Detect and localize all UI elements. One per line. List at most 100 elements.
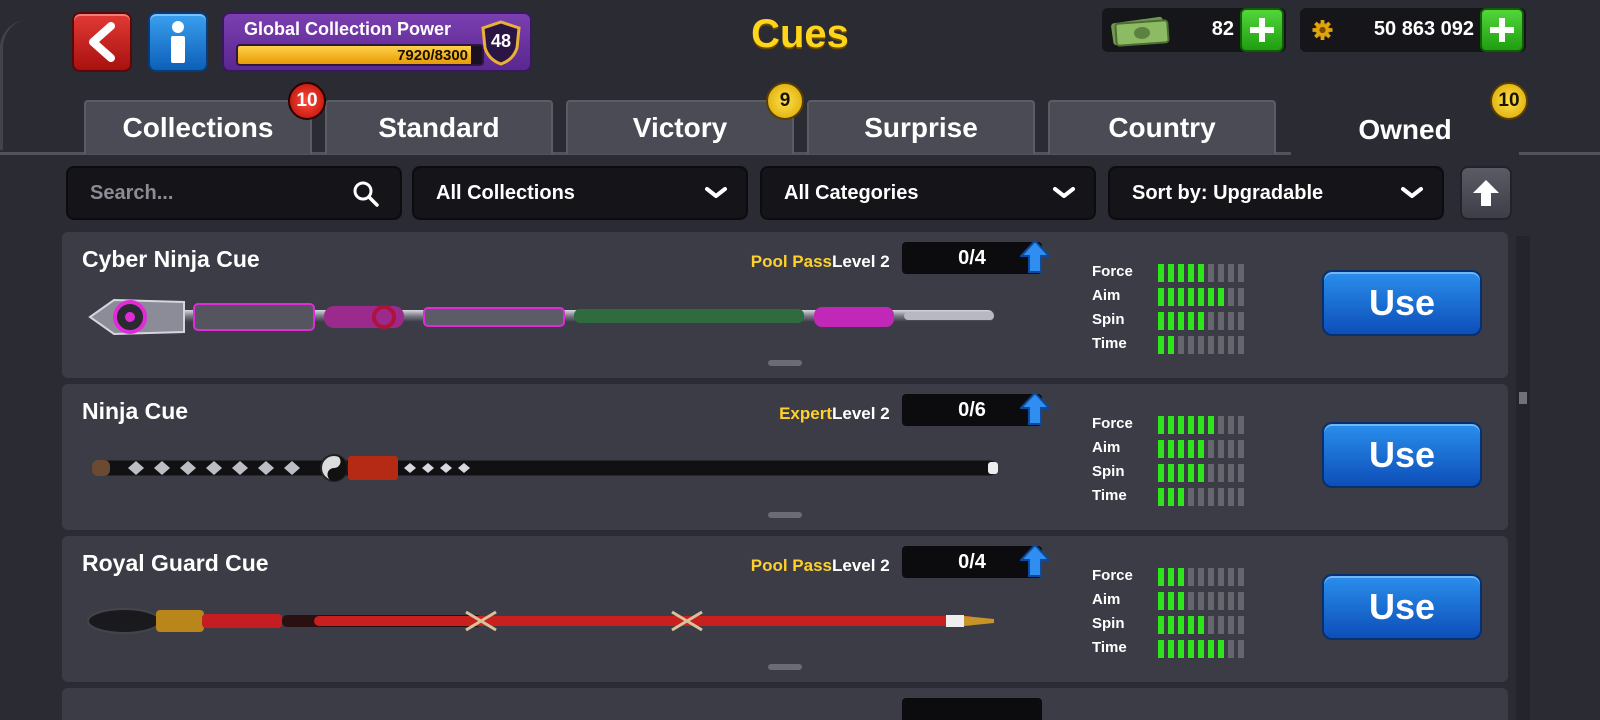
aim-bar — [1158, 592, 1248, 610]
frame-edge — [0, 20, 28, 150]
force-bar — [1158, 568, 1248, 586]
upgrade-arrow-icon[interactable] — [1020, 544, 1050, 578]
collection-power-panel[interactable]: Global Collection Power 7920/8300 48 — [222, 12, 532, 72]
tab-victory[interactable]: Victory — [566, 100, 794, 154]
stat-segment-filled — [1168, 416, 1174, 434]
info-button[interactable] — [148, 12, 208, 72]
plus-icon — [1250, 18, 1274, 42]
time-bar — [1158, 336, 1248, 354]
stat-segment-empty — [1238, 616, 1244, 634]
stat-segment-filled — [1168, 616, 1174, 634]
stat-label: Time — [1092, 487, 1127, 504]
use-cue-button[interactable]: Use — [1322, 422, 1482, 488]
cue-stats: Force Aim Spin Time — [1092, 566, 1262, 666]
tab-standard[interactable]: Standard — [325, 100, 553, 154]
stat-aim: Aim — [1092, 286, 1262, 306]
stat-segment-filled — [1198, 464, 1204, 482]
stat-segment-empty — [1208, 440, 1214, 458]
cash-balance: 82 — [1102, 8, 1286, 52]
search-input[interactable]: Search... — [66, 166, 402, 220]
stat-segment-empty — [1238, 416, 1244, 434]
stat-segment-empty — [1228, 416, 1234, 434]
stat-segment-filled — [1158, 568, 1164, 586]
cue-level: Level 2 — [832, 556, 890, 575]
collection-power-value: 7920/8300 — [397, 47, 468, 64]
cue-card-partial[interactable] — [62, 688, 1508, 720]
stat-segment-empty — [1238, 336, 1244, 354]
stat-spin: Spin — [1092, 614, 1262, 634]
spin-bar — [1158, 464, 1248, 482]
stat-segment-filled — [1168, 464, 1174, 482]
chevron-left-icon — [89, 22, 115, 62]
stat-segment-filled — [1178, 568, 1184, 586]
back-button[interactable] — [72, 12, 132, 72]
stat-segment-empty — [1228, 592, 1234, 610]
tab-country[interactable]: Country — [1048, 100, 1276, 154]
collections-dropdown[interactable]: All Collections — [412, 166, 748, 220]
stat-segment-empty — [1228, 440, 1234, 458]
force-bar — [1158, 416, 1248, 434]
stat-segment-filled — [1198, 416, 1204, 434]
aim-bar — [1158, 440, 1248, 458]
stat-time: Time — [1092, 638, 1262, 658]
stat-segment-empty — [1238, 488, 1244, 506]
tab-owned[interactable]: Owned — [1291, 100, 1519, 158]
page-title: Cues — [751, 12, 849, 56]
stat-segment-empty — [1208, 488, 1214, 506]
stat-segment-empty — [1228, 312, 1234, 330]
spin-bar — [1158, 312, 1248, 330]
stat-label: Aim — [1092, 287, 1121, 304]
sort-direction-button[interactable] — [1460, 166, 1512, 220]
scrollbar-thumb[interactable] — [1519, 392, 1527, 404]
sort-dropdown[interactable]: Sort by: Upgradable — [1108, 166, 1444, 220]
tab-collections[interactable]: Collections — [84, 100, 312, 154]
use-cue-button[interactable]: Use — [1322, 270, 1482, 336]
card-handle — [768, 664, 802, 670]
stat-label: Spin — [1092, 311, 1125, 328]
stat-segment-empty — [1228, 336, 1234, 354]
stat-segment-filled — [1188, 640, 1194, 658]
upgrade-arrow-icon[interactable] — [1020, 240, 1050, 274]
cue-card[interactable]: Ninja Cue Expert Level 2 0/6 Force Aim S… — [62, 384, 1508, 530]
stat-segment-empty — [1218, 312, 1224, 330]
royal-guard-cue-image — [87, 608, 994, 634]
stat-segment-filled — [1178, 416, 1184, 434]
power-level-value: 48 — [490, 31, 512, 51]
power-level-shield-icon: 48 — [480, 20, 522, 66]
time-bar — [1158, 488, 1248, 506]
stat-force: Force — [1092, 414, 1262, 434]
cue-card[interactable]: Royal Guard Cue Pool Pass Level 2 0/4 Fo… — [62, 536, 1508, 682]
stat-segment-filled — [1188, 288, 1194, 306]
stat-segment-filled — [1178, 640, 1184, 658]
add-cash-button[interactable] — [1240, 8, 1284, 52]
stat-segment-empty — [1238, 640, 1244, 658]
aim-bar — [1158, 288, 1248, 306]
stat-label: Force — [1092, 415, 1133, 432]
top-bar: Global Collection Power 7920/8300 48 Cue… — [0, 0, 1600, 150]
stat-segment-empty — [1208, 336, 1214, 354]
list-scrollbar[interactable] — [1516, 236, 1530, 720]
collections-badge: 10 — [288, 82, 326, 120]
search-icon[interactable] — [352, 180, 380, 208]
stat-segment-filled — [1178, 440, 1184, 458]
stat-segment-filled — [1168, 312, 1174, 330]
upgrade-arrow-icon[interactable] — [1020, 392, 1050, 426]
categories-dropdown[interactable]: All Categories — [760, 166, 1096, 220]
cue-tag: Pool Pass — [750, 252, 832, 271]
use-cue-button[interactable]: Use — [1322, 574, 1482, 640]
stat-label: Spin — [1092, 463, 1125, 480]
tab-surprise[interactable]: Surprise — [807, 100, 1035, 154]
search-placeholder: Search... — [90, 182, 174, 204]
collections-dropdown-value: All Collections — [436, 182, 575, 204]
stat-segment-filled — [1168, 336, 1174, 354]
stat-segment-empty — [1238, 568, 1244, 586]
add-coins-button[interactable] — [1480, 8, 1524, 52]
stat-segment-filled — [1198, 288, 1204, 306]
stat-segment-filled — [1168, 288, 1174, 306]
stat-segment-empty — [1218, 568, 1224, 586]
stat-segment-filled — [1178, 464, 1184, 482]
plus-icon — [1490, 18, 1514, 42]
stat-segment-filled — [1158, 312, 1164, 330]
coin-gear-icon — [1312, 20, 1333, 40]
cue-card[interactable]: Cyber Ninja Cue Pool Pass Level 2 0/4 Fo… — [62, 232, 1508, 378]
